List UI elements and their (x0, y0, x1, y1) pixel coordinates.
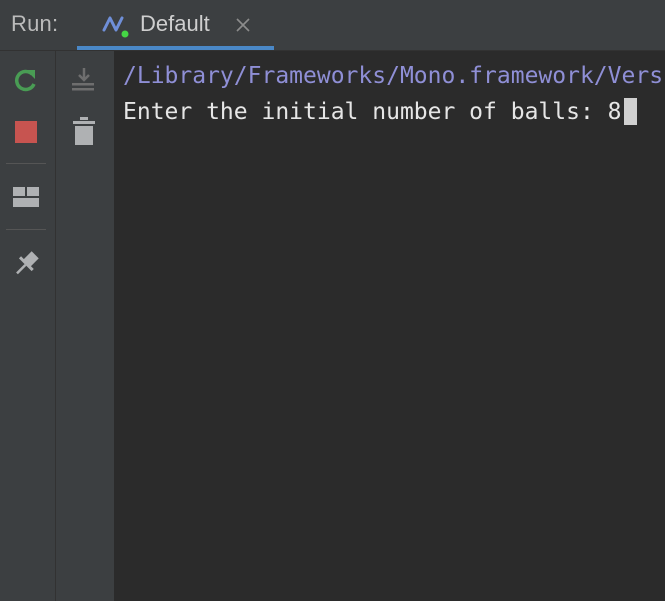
tab-label: Default (140, 11, 210, 36)
layout-icon[interactable] (13, 187, 39, 209)
close-icon[interactable] (235, 17, 251, 33)
stop-icon[interactable] (15, 121, 37, 143)
clear-all-icon[interactable] (73, 117, 95, 145)
console-path-line: /Library/Frameworks/Mono.framework/Versi… (123, 63, 665, 89)
run-toolbar-secondary (56, 51, 114, 601)
run-toolbar-primary (0, 51, 56, 601)
tab-active-indicator (77, 46, 274, 50)
toolbar-separator (6, 163, 46, 164)
scroll-to-end-icon[interactable] (70, 67, 96, 93)
tab-default[interactable]: Default (77, 0, 274, 50)
pin-icon[interactable] (11, 249, 41, 279)
console-output[interactable]: /Library/Frameworks/Mono.framework/Versi… (114, 51, 665, 601)
rerun-icon[interactable] (11, 66, 41, 96)
console-input-line[interactable]: Enter the initial number of balls: 8 (123, 98, 637, 126)
console-user-input[interactable]: 8 (608, 99, 622, 125)
dotnet-config-icon (101, 12, 131, 40)
run-tool-window-header: Run: Default (0, 0, 665, 51)
run-label: Run: (11, 11, 59, 36)
console-prompt: Enter the initial number of balls: (123, 99, 608, 125)
toolbar-separator (6, 229, 46, 230)
text-caret (623, 98, 637, 125)
